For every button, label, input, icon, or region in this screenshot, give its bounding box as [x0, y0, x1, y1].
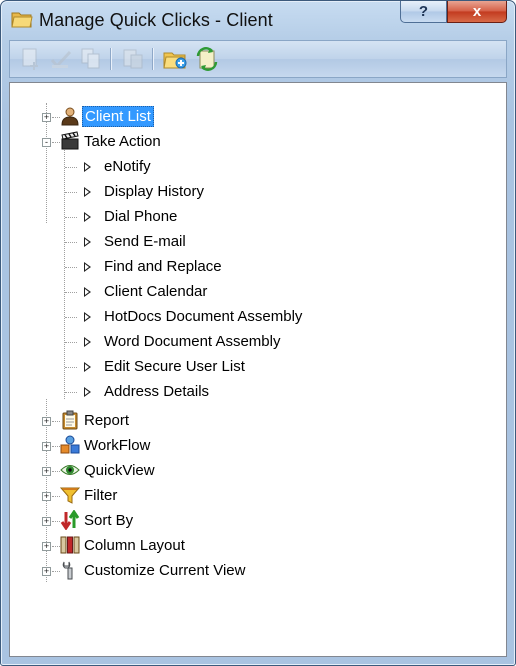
triangle-icon [84, 262, 91, 272]
tree-leaf-label: HotDocs Document Assembly [104, 308, 303, 325]
tree-line [65, 242, 77, 243]
tree-line [65, 167, 77, 168]
add-item-icon[interactable] [18, 46, 44, 72]
client-person-icon [61, 107, 79, 126]
toolbar [9, 40, 507, 78]
tree-node-label: Customize Current View [84, 562, 246, 579]
close-button[interactable]: x [447, 1, 507, 23]
quick-clicks-tree-panel[interactable]: + Client List - Take Action eNotify Disp… [9, 82, 507, 657]
tree-line [65, 367, 77, 368]
tree-line [52, 421, 60, 422]
tree-node-label: Client List [82, 106, 154, 127]
window-title: Manage Quick Clicks - Client [39, 10, 273, 30]
tree-leaf-label: Send E-mail [104, 233, 186, 250]
tree-node-label: QuickView [84, 462, 155, 479]
tree-line [65, 292, 77, 293]
tree-leaf-label: Display History [104, 183, 205, 200]
tree-leaf-label: Find and Replace [104, 258, 222, 275]
triangle-icon [84, 287, 91, 297]
wrench-icon [62, 561, 73, 580]
triangle-icon [84, 312, 91, 322]
delete-icon[interactable] [120, 46, 146, 72]
clipboard-icon [62, 410, 78, 430]
help-button[interactable]: ? [400, 1, 447, 23]
tree-leaf-label: Address Details [104, 383, 210, 400]
toolbar-separator [110, 48, 112, 70]
expand-toggle[interactable]: + [42, 442, 51, 451]
toolbar-separator [152, 48, 154, 70]
title-bar[interactable]: Manage Quick Clicks - Client ? x [1, 1, 515, 39]
tree-leaf-label: Dial Phone [104, 208, 178, 225]
triangle-icon [84, 212, 91, 222]
tree-line [52, 446, 60, 447]
expand-toggle[interactable]: + [42, 542, 51, 551]
refresh-icon[interactable] [194, 46, 220, 72]
copy-icon[interactable] [78, 46, 104, 72]
sort-arrows-icon [60, 510, 80, 530]
tree-leaf-label: eNotify [104, 158, 151, 175]
manage-quick-clicks-window: Manage Quick Clicks - Client ? x + Clien… [0, 0, 516, 666]
collapse-toggle[interactable]: - [42, 138, 51, 147]
triangle-icon [84, 187, 91, 197]
triangle-icon [84, 362, 91, 372]
triangle-icon [84, 237, 91, 247]
tree-node-label: Sort By [84, 512, 134, 529]
tree-node-label: Column Layout [84, 537, 185, 554]
folder-app-icon [11, 12, 33, 28]
tree-node-label: Filter [84, 487, 118, 504]
tree-line [65, 317, 77, 318]
triangle-icon [84, 162, 91, 172]
expand-toggle[interactable]: + [42, 467, 51, 476]
expand-toggle[interactable]: + [42, 517, 51, 526]
tree-line [52, 142, 60, 143]
expand-toggle[interactable]: + [42, 492, 51, 501]
triangle-icon [84, 337, 91, 347]
tree-leaf-label: Word Document Assembly [104, 333, 281, 350]
tree-line [65, 342, 77, 343]
expand-toggle[interactable]: + [42, 113, 51, 122]
tree-leaf-label: Client Calendar [104, 283, 208, 300]
tree-leaf-label: Edit Secure User List [104, 358, 245, 375]
expand-toggle[interactable]: + [42, 567, 51, 576]
tree-line [52, 117, 60, 118]
tree-line [52, 546, 60, 547]
tree-line [65, 217, 77, 218]
expand-toggle[interactable]: + [42, 417, 51, 426]
triangle-icon [84, 387, 91, 397]
columns-icon [60, 536, 80, 554]
new-folder-icon[interactable] [162, 46, 188, 72]
workflow-icon [60, 435, 80, 454]
tree-line [52, 471, 60, 472]
tree-node-label: WorkFlow [84, 437, 151, 454]
tree-line [52, 496, 60, 497]
tree-line [65, 192, 77, 193]
edit-check-icon[interactable] [48, 46, 74, 72]
eye-icon [60, 465, 80, 475]
tree-line [65, 392, 77, 393]
tree-node-label: Take Action [84, 133, 161, 150]
tree-line [52, 521, 60, 522]
tree-node-label: Report [84, 412, 130, 429]
tree-line [65, 267, 77, 268]
funnel-icon [60, 487, 80, 504]
tree-line [52, 571, 60, 572]
clapboard-icon [61, 131, 79, 150]
